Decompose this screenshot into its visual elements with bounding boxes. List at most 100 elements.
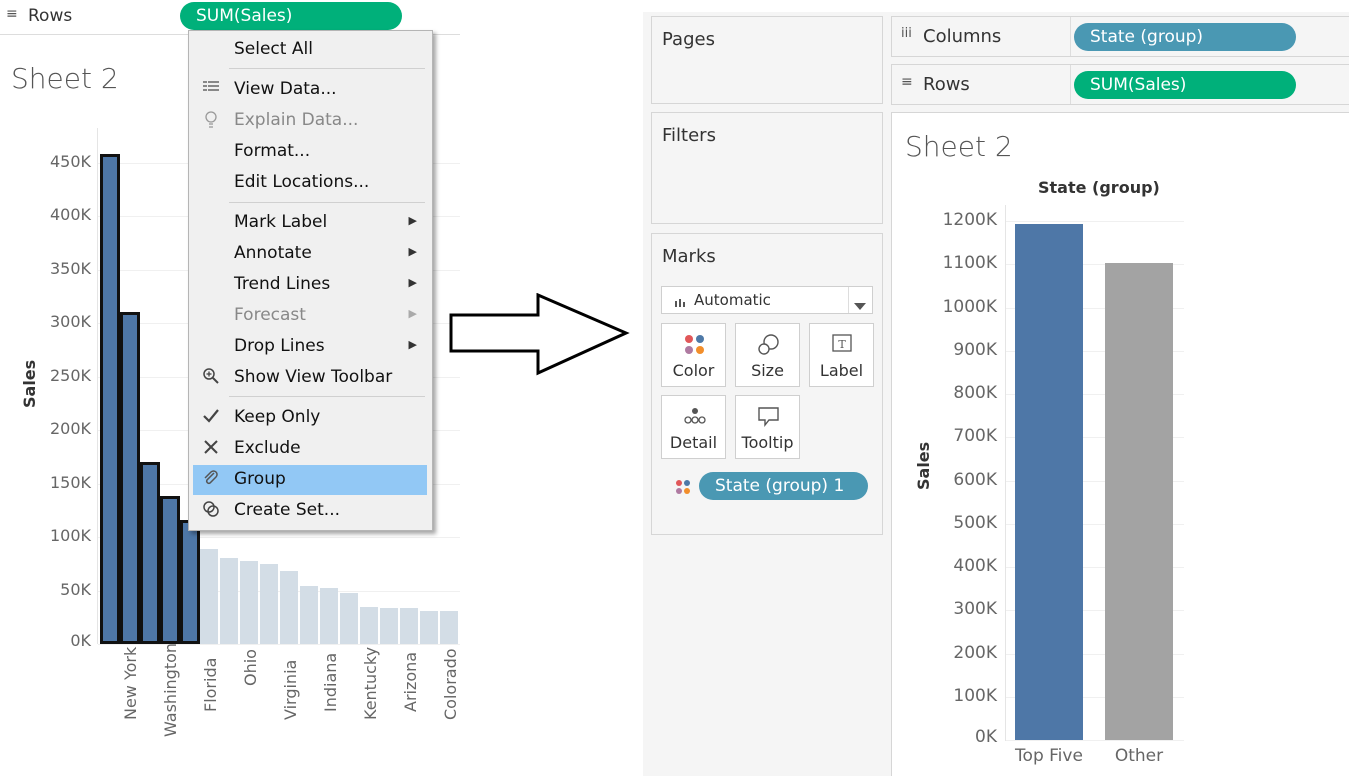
y-tick-label: 800K [953, 383, 997, 403]
menu-item-forecast[interactable]: Forecast ▶ [193, 301, 427, 331]
bar-indiana[interactable] [320, 588, 338, 644]
bar-florida[interactable] [200, 549, 218, 644]
y-tick-label: 150K [49, 472, 91, 492]
y-tick-label: 500K [953, 512, 997, 533]
bar-state-15[interactable] [380, 608, 398, 644]
rows-shelf-label: Rows [923, 74, 970, 95]
menu-item-label: Drop Lines [234, 336, 325, 356]
y-tick-label: 200K [49, 419, 91, 439]
submenu-arrow-icon: ▶ [408, 245, 417, 258]
x-tick-label: Arizona [401, 651, 420, 712]
x-tick-label: Florida [201, 657, 220, 712]
menu-item-select-all[interactable]: Select All [193, 35, 427, 65]
marks-title: Marks [662, 246, 716, 267]
menu-item-label: View Data... [234, 79, 337, 99]
bar-state-7[interactable] [220, 558, 238, 644]
color-pill-state-group[interactable]: State (group) 1 [699, 472, 868, 500]
filters-card[interactable]: Filters [651, 112, 883, 224]
mark-type-value: Automatic [694, 291, 771, 309]
y-tick-label: 0K [975, 727, 997, 747]
submenu-arrow-icon: ▶ [408, 276, 417, 289]
menu-item-label: Keep Only [234, 407, 321, 427]
label-button[interactable]: T Label [809, 323, 874, 387]
right-arrow-icon [449, 293, 630, 376]
y-axis-line [97, 128, 98, 644]
context-menu: Select All View Data... Explain Data... … [188, 30, 433, 531]
x-tick-label: Washington [161, 642, 180, 737]
menu-item-explain-data[interactable]: Explain Data... [193, 106, 427, 136]
menu-item-annotate[interactable]: Annotate ▶ [193, 239, 427, 269]
menu-item-label: Explain Data... [234, 110, 359, 130]
rows-pill-sum-sales[interactable]: SUM(Sales) [180, 2, 402, 30]
bar-colorado[interactable] [440, 611, 458, 644]
bar-other[interactable] [1105, 263, 1173, 740]
y-tick-label: 450K [49, 151, 91, 171]
bar-state-1[interactable] [100, 154, 120, 644]
bar-washington[interactable] [160, 496, 180, 644]
menu-separator [229, 68, 425, 69]
menu-item-create-set[interactable]: Create Set... [193, 496, 427, 526]
columns-shelf: iii Columns State (group) [891, 16, 1349, 57]
y-tick-label: 250K [49, 365, 91, 385]
tooltip-button[interactable]: Tooltip [735, 395, 800, 459]
menu-item-exclude[interactable]: Exclude [193, 434, 427, 464]
bar-state-5[interactable] [180, 520, 200, 644]
submenu-arrow-icon: ▶ [408, 214, 417, 227]
sheet-title-right: Sheet 2 [905, 130, 1013, 163]
color-button[interactable]: Color [661, 323, 726, 387]
menu-item-view-data[interactable]: View Data... [193, 75, 427, 105]
chevron-down-icon [854, 296, 866, 315]
tooltip-button-label: Tooltip [741, 433, 794, 452]
text-label-icon: T [832, 334, 852, 352]
x-tick-label: Colorado [441, 648, 460, 720]
y-tick-label: 400K [953, 556, 997, 576]
menu-item-edit-locations[interactable]: Edit Locations... [193, 168, 427, 198]
table-icon [200, 79, 222, 101]
color-icon [685, 335, 704, 354]
bar-state-17[interactable] [420, 611, 438, 644]
rows-pill-sum-sales[interactable]: SUM(Sales) [1074, 71, 1296, 99]
gridline [1006, 740, 1184, 741]
size-icon [758, 334, 779, 355]
menu-item-show-view-toolbar[interactable]: Show View Toolbar [193, 363, 427, 393]
pages-card[interactable]: Pages [651, 16, 883, 104]
shelf-divider [1070, 65, 1071, 104]
menu-item-trend-lines[interactable]: Trend Lines ▶ [193, 270, 427, 300]
bar-new-york[interactable] [120, 312, 140, 644]
bar-state-9[interactable] [260, 564, 278, 644]
menu-item-label: Exclude [234, 438, 301, 458]
bar-virginia[interactable] [280, 571, 298, 644]
mark-type-dropdown[interactable]: Automatic [661, 286, 873, 314]
detail-button[interactable]: Detail [661, 395, 726, 459]
y-tick-label: 600K [953, 469, 997, 490]
bar-state-3[interactable] [140, 462, 160, 644]
menu-item-mark-label[interactable]: Mark Label ▶ [193, 208, 427, 238]
menu-item-label: Select All [234, 39, 313, 59]
label-button-label: Label [819, 361, 864, 380]
bar-top-five[interactable] [1015, 224, 1083, 740]
x-tick-label: Other [1114, 746, 1164, 766]
bar-arizona[interactable] [400, 608, 418, 644]
y-tick-label: 400K [49, 205, 91, 225]
bar-state-11[interactable] [300, 586, 318, 644]
size-button-label: Size [751, 361, 784, 380]
menu-item-label: Annotate [234, 243, 312, 263]
columns-pill-state-group[interactable]: State (group) [1074, 23, 1296, 51]
bar-kentucky[interactable] [360, 607, 378, 644]
menu-item-keep-only[interactable]: Keep Only [193, 403, 427, 433]
y-axis-line-right [1005, 205, 1006, 741]
menu-item-drop-lines[interactable]: Drop Lines ▶ [193, 332, 427, 362]
y-tick-label: 700K [953, 426, 997, 447]
color-button-label: Color [672, 361, 715, 380]
rows-icon: ≡ [901, 74, 913, 90]
filters-title: Filters [662, 125, 716, 146]
menu-item-group[interactable]: Group [193, 465, 427, 495]
rows-shelf-label: Rows [28, 6, 73, 26]
bar-state-13[interactable] [340, 593, 358, 644]
size-button[interactable]: Size [735, 323, 800, 387]
menu-item-format[interactable]: Format... [193, 137, 427, 167]
close-icon [200, 438, 222, 460]
menu-item-label: Edit Locations... [234, 172, 370, 192]
bar-ohio[interactable] [240, 561, 258, 644]
columns-icon: iii [901, 26, 912, 41]
